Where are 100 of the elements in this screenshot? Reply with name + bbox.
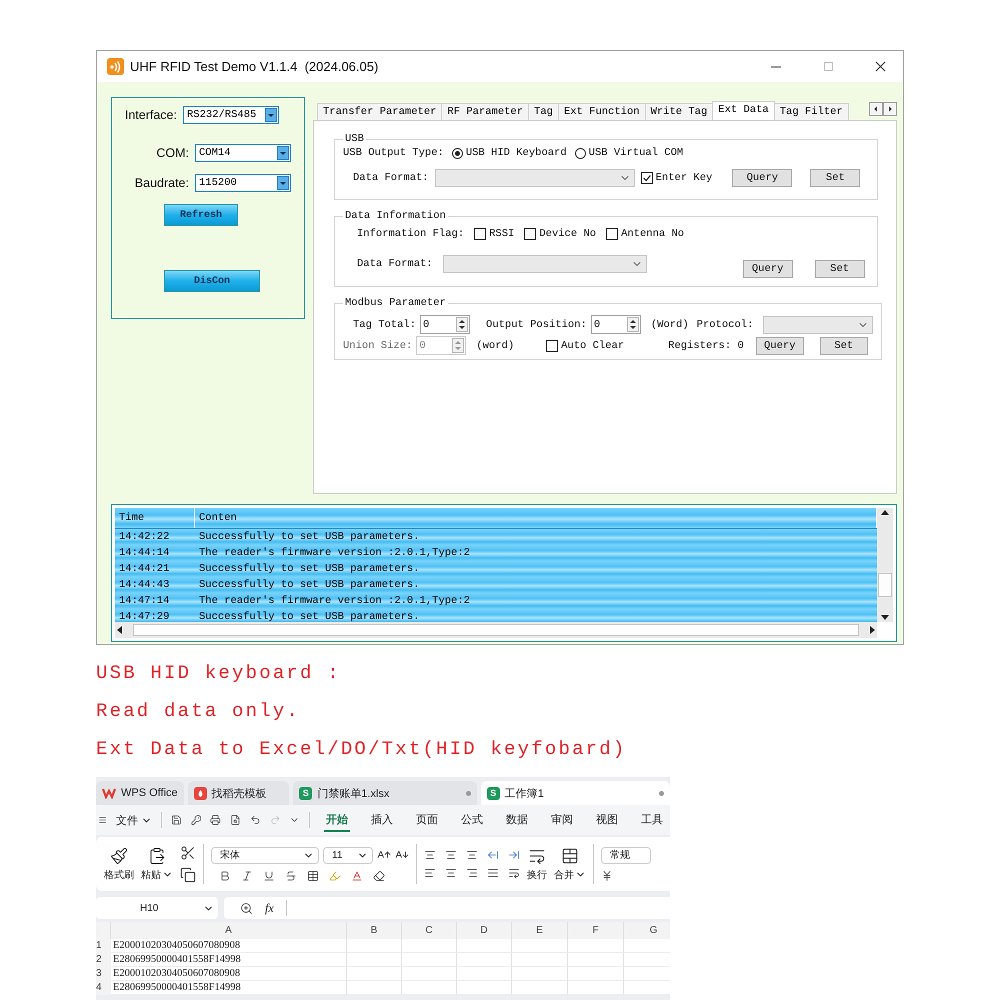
dropdown-field[interactable] [442, 255, 647, 273]
flag-checkbox[interactable]: RSSI [474, 228, 514, 240]
printer-icon[interactable] [210, 813, 222, 827]
save-icon[interactable] [170, 813, 182, 827]
column-header[interactable]: G [624, 922, 670, 939]
ribbon-tab[interactable]: 插入 [369, 808, 395, 832]
set-button[interactable]: Set [820, 336, 868, 354]
decrease-indent-icon[interactable] [487, 849, 499, 861]
dropdown-arrow-icon[interactable] [265, 108, 277, 122]
dropdown-field[interactable]: 115200 [195, 174, 291, 192]
checkbox-icon[interactable] [546, 340, 558, 352]
table-cell[interactable] [568, 981, 624, 995]
table-cell[interactable] [457, 981, 512, 995]
set-button[interactable]: Set [814, 260, 865, 278]
paste-tool[interactable]: 粘贴 [141, 846, 173, 882]
dropdown-arrow-icon[interactable] [277, 176, 289, 190]
row-header[interactable]: 4 [96, 981, 111, 995]
table-cell[interactable] [347, 953, 402, 967]
table-cell[interactable] [512, 967, 568, 981]
name-box[interactable]: H10 [96, 897, 218, 919]
enter-key-checkbox[interactable]: Enter Key [640, 172, 712, 184]
ribbon-tab[interactable]: 审阅 [549, 808, 575, 832]
justify-icon[interactable] [487, 867, 499, 879]
align-left-icon[interactable] [424, 867, 436, 879]
font-size-field[interactable]: 11 [323, 846, 373, 864]
spinner-arrows-icon[interactable] [456, 317, 468, 332]
dropdown-field[interactable] [434, 169, 635, 187]
table-cell[interactable] [402, 967, 457, 981]
document-tab[interactable]: WPS Office [96, 781, 184, 805]
align-center-icon[interactable] [445, 867, 457, 879]
row-header[interactable]: 2 [96, 953, 111, 967]
table-cell[interactable] [347, 981, 402, 995]
table-cell[interactable] [402, 953, 457, 967]
strikethrough-icon[interactable] [285, 870, 297, 882]
tab[interactable]: Tag [528, 103, 559, 120]
table-cell[interactable] [568, 967, 624, 981]
tab[interactable]: RF Parameter [441, 103, 530, 120]
table-cell[interactable]: E28069950000401558F14998 [111, 981, 347, 995]
number-format-field[interactable]: 常规 [601, 846, 651, 864]
merge-tool[interactable]: 合并 [554, 846, 586, 882]
tab[interactable]: Write Tag [644, 103, 714, 120]
checkbox-icon[interactable] [606, 228, 618, 240]
table-cell[interactable]: E20001020304050607080908 [111, 939, 347, 953]
column-header[interactable]: C [402, 922, 457, 939]
document-tab[interactable]: S 门禁账单1.xlsx [293, 781, 477, 805]
row-header[interactable]: 3 [96, 967, 111, 981]
menu-icon[interactable] [98, 814, 108, 826]
table-cell[interactable] [347, 939, 402, 953]
file-menu[interactable]: 文件 [116, 812, 152, 828]
ribbon-tab[interactable]: 开始 [324, 808, 350, 832]
ribbon-tab[interactable]: 数据 [504, 808, 530, 832]
table-cell[interactable] [512, 939, 568, 953]
table-cell[interactable] [347, 967, 402, 981]
flag-checkbox[interactable]: Antenna No [606, 228, 684, 240]
spin-field[interactable]: 0 [590, 315, 641, 334]
scroll-thumb[interactable] [133, 624, 859, 636]
tab[interactable]: Ext Function [558, 103, 646, 120]
document-tab[interactable]: 找稻壳模板 [188, 781, 290, 805]
tab[interactable]: Tag Filter [774, 103, 849, 120]
print-preview-icon[interactable] [230, 813, 241, 827]
flag-checkbox[interactable]: Device No [524, 228, 596, 240]
disconnect-button[interactable]: DisCon [164, 270, 260, 292]
merge-cells-icon[interactable] [561, 846, 579, 864]
checked-box-icon[interactable] [640, 172, 653, 184]
italic-icon[interactable] [241, 870, 253, 882]
increase-indent-icon[interactable] [508, 849, 520, 861]
scroll-thumb[interactable] [878, 573, 892, 597]
horizontal-scrollbar[interactable] [115, 622, 877, 638]
spin-field[interactable]: 0 [420, 315, 470, 334]
format-painter-tool[interactable]: 格式刷 [104, 846, 134, 882]
bold-icon[interactable] [219, 870, 231, 882]
scroll-down-icon[interactable] [880, 612, 890, 622]
column-header[interactable]: B [347, 922, 402, 939]
table-cell[interactable] [457, 967, 512, 981]
scroll-up-icon[interactable] [880, 508, 890, 518]
currency-icon[interactable] [601, 870, 613, 882]
ribbon-tab[interactable]: 工具 [639, 808, 665, 832]
copy-icon[interactable] [180, 867, 196, 883]
ribbon-tab[interactable]: 页面 [414, 808, 440, 832]
align-right-icon[interactable] [466, 867, 478, 879]
tab[interactable]: Ext Data [712, 101, 775, 120]
ribbon-tab[interactable]: 公式 [459, 808, 485, 832]
query-button[interactable]: Query [732, 169, 792, 187]
spinner-arrows-icon[interactable] [626, 317, 639, 332]
font-color-icon[interactable] [351, 870, 363, 882]
table-cell[interactable] [457, 953, 512, 967]
eraser-icon[interactable] [373, 870, 385, 882]
formula-bar[interactable]: fx [224, 897, 670, 919]
scroll-left-icon[interactable] [115, 625, 125, 635]
tab[interactable]: Transfer Parameter [317, 103, 442, 120]
font-name-field[interactable]: 宋体 [211, 846, 319, 864]
checkbox-icon[interactable] [474, 228, 486, 240]
clipboard-icon[interactable] [148, 846, 166, 864]
dropdown-field[interactable] [763, 316, 874, 334]
column-header[interactable]: A [111, 922, 347, 939]
column-header[interactable]: F [568, 922, 624, 939]
underline-icon[interactable] [263, 870, 275, 882]
dropdown-field[interactable]: RS232/RS485 [183, 106, 279, 124]
auto-clear-checkbox[interactable]: Auto Clear [546, 340, 624, 352]
table-cell[interactable] [457, 939, 512, 953]
